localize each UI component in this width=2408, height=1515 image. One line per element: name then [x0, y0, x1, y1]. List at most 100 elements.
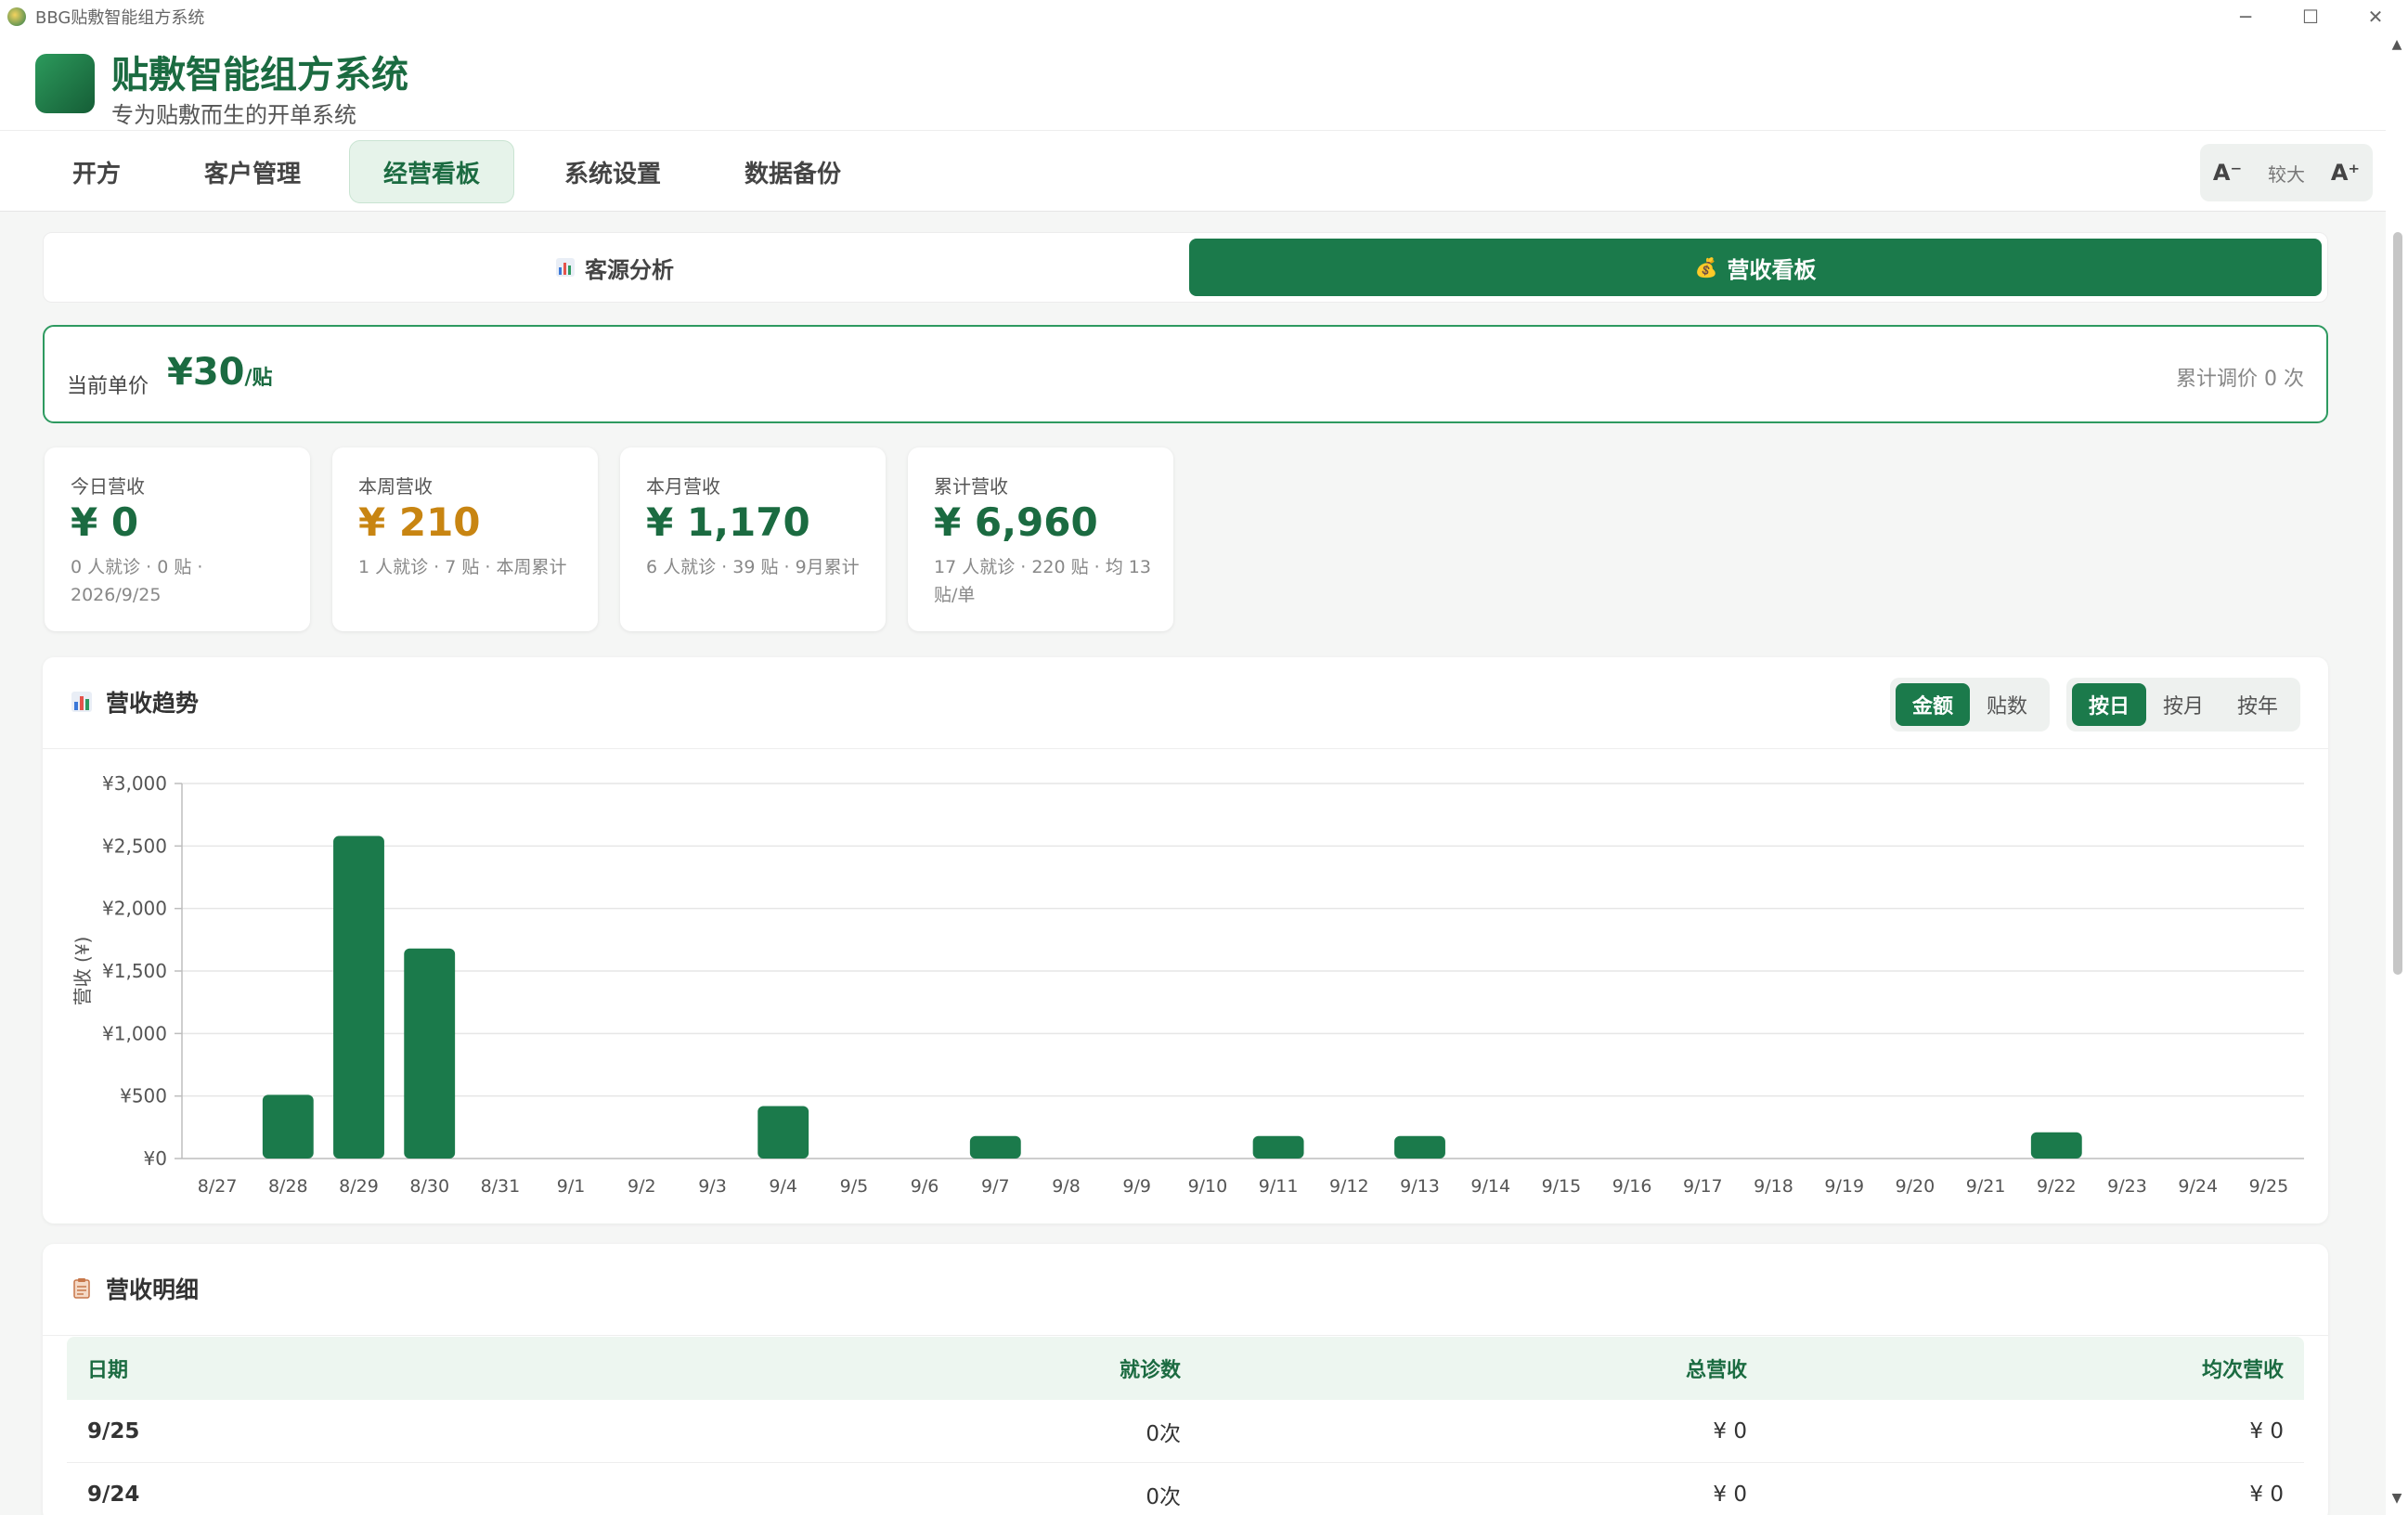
- stat-card-total: 累计营收 ¥ 6,960 17 人就诊 · 220 贴 · 均 13 贴/单: [908, 447, 1173, 631]
- revenue-table: 日期 就诊数 总营收 均次营收 9/25 0次 ¥ 0 ¥ 0 9/24 0次 …: [67, 1337, 2304, 1515]
- app-title: 贴敷智能组方系统: [111, 54, 408, 97]
- tab-settings[interactable]: 系统设置: [531, 140, 694, 203]
- font-size-control: A⁻ 较大 A⁺: [2200, 144, 2373, 201]
- period-month-button[interactable]: 按月: [2146, 683, 2220, 726]
- y-tick-label: ¥1,000: [102, 1022, 167, 1044]
- stat-desc: 1 人就诊 · 7 贴 · 本周累计: [358, 557, 567, 577]
- x-tick-label: 9/9: [1122, 1176, 1151, 1197]
- scroll-down-icon[interactable]: ▼: [2389, 1491, 2404, 1506]
- x-tick-label: 9/15: [1542, 1176, 1582, 1197]
- x-tick-label: 9/13: [1400, 1176, 1440, 1197]
- x-tick-label: 9/7: [981, 1176, 1010, 1197]
- trend-title: 营收趋势: [71, 685, 199, 719]
- x-tick-label: 9/18: [1754, 1176, 1793, 1197]
- window-titlebar: BBG贴敷智能组方系统 ─ ☐ ✕: [0, 0, 2408, 33]
- unit-price-label: 当前单价: [67, 375, 149, 398]
- bar: [1394, 1135, 1445, 1159]
- stat-desc: 17 人就诊 · 220 贴 · 均 13 贴/单: [934, 557, 1151, 605]
- main-nav: 开方 客户管理 经营看板 系统设置 数据备份 A⁻ 较大 A⁺: [0, 130, 2386, 212]
- x-tick-label: 9/19: [1824, 1176, 1864, 1197]
- revenue-bar-chart: ¥0 ¥500 ¥1,000 ¥1,500 ¥2,000 ¥2,500 ¥3,000 营收 (…: [71, 772, 2304, 1197]
- money-bag-icon: 💰: [1694, 256, 1718, 278]
- bar: [333, 835, 384, 1159]
- detail-title: 营收明细: [71, 1272, 199, 1305]
- cell-average: ¥ 0: [2249, 1482, 2284, 1507]
- header-visits[interactable]: 就诊数: [902, 1353, 1181, 1383]
- window-controls: ─ ☐ ✕: [2213, 0, 2408, 33]
- cell-visits: 0次: [1146, 1484, 1181, 1509]
- tab-dashboard[interactable]: 经营看板: [349, 140, 515, 203]
- x-tick-label: 8/31: [481, 1176, 521, 1197]
- header-total[interactable]: 总营收: [1181, 1353, 1747, 1383]
- x-tick-label: 8/30: [409, 1176, 449, 1197]
- font-increase-button[interactable]: A⁺: [2331, 160, 2360, 186]
- maximize-icon[interactable]: ☐: [2278, 0, 2343, 33]
- x-tick-label: 9/17: [1683, 1176, 1723, 1197]
- stat-card-month: 本月营收 ¥ 1,170 6 人就诊 · 39 贴 · 9月累计: [620, 447, 886, 631]
- bar: [757, 1106, 809, 1159]
- header-date[interactable]: 日期: [67, 1353, 902, 1383]
- subtab-revenue-label: 营收看板: [1727, 256, 1817, 283]
- period-day-button[interactable]: 按日: [2072, 683, 2147, 726]
- revenue-detail-panel: 营收明细 日期 就诊数 总营收 均次营收 9/25 0次 ¥ 0 ¥ 0 9/2…: [43, 1244, 2328, 1515]
- stat-label: 今日营收: [71, 475, 145, 498]
- x-tick-label: 9/8: [1052, 1176, 1081, 1197]
- x-tick-label: 9/5: [840, 1176, 869, 1197]
- close-icon[interactable]: ✕: [2343, 0, 2408, 33]
- font-decrease-button[interactable]: A⁻: [2213, 160, 2242, 186]
- y-tick-label: ¥2,500: [102, 835, 167, 857]
- y-tick-label: ¥500: [120, 1085, 167, 1107]
- x-tick-label: 9/22: [2037, 1176, 2077, 1197]
- tab-customers[interactable]: 客户管理: [171, 140, 334, 203]
- metric-amount-button[interactable]: 金额: [1896, 683, 1971, 726]
- cell-total: ¥ 0: [1713, 1482, 1747, 1507]
- metric-count-button[interactable]: 贴数: [1970, 683, 2044, 726]
- x-tick-label: 9/2: [628, 1176, 656, 1197]
- bar-chart-icon: [71, 692, 92, 712]
- x-tick-label: 8/28: [268, 1176, 308, 1197]
- table-header: 日期 就诊数 总营收 均次营收: [67, 1337, 2304, 1400]
- x-tick-label: 9/16: [1612, 1176, 1652, 1197]
- bar: [969, 1135, 1021, 1159]
- page-scrollbar[interactable]: ▲ ▼: [2386, 33, 2408, 1515]
- stat-desc: 6 人就诊 · 39 贴 · 9月累计: [646, 557, 860, 577]
- minimize-icon[interactable]: ─: [2213, 0, 2278, 33]
- scroll-thumb[interactable]: [2393, 232, 2402, 975]
- unit-price-amount: ¥30: [167, 351, 245, 394]
- tab-prescribe[interactable]: 开方: [39, 140, 154, 203]
- period-toggle: 按日 按月 按年: [2066, 678, 2301, 732]
- tab-backup[interactable]: 数据备份: [711, 140, 874, 203]
- stat-value: ¥ 6,960: [934, 499, 1098, 545]
- x-tick-label: 9/21: [1966, 1176, 2006, 1197]
- window-title: BBG贴敷智能组方系统: [35, 8, 205, 28]
- subtab-customer-analysis[interactable]: 客源分析: [49, 239, 1180, 296]
- metric-toggle: 金额 贴数: [1890, 678, 2051, 732]
- table-row[interactable]: 9/25 0次 ¥ 0 ¥ 0: [67, 1400, 2304, 1463]
- y-axis-label: 营收 (¥): [71, 937, 94, 1006]
- detail-title-text: 营收明细: [106, 1276, 200, 1303]
- stat-card-today: 今日营收 ¥ 0 0 人就诊 · 0 贴 · 2026/9/25: [45, 447, 310, 631]
- y-tick-label: ¥3,000: [102, 772, 167, 795]
- unit-price-bar: 当前单价 ¥30/贴 累计调价 0 次: [43, 325, 2328, 423]
- scroll-up-icon[interactable]: ▲: [2389, 37, 2404, 52]
- x-tick-label: 9/4: [769, 1176, 797, 1197]
- x-tick-label: 8/27: [198, 1176, 238, 1197]
- x-tick-label: 9/23: [2107, 1176, 2147, 1197]
- subtab-revenue-dashboard[interactable]: 💰 营收看板: [1189, 239, 2322, 296]
- cell-total: ¥ 0: [1713, 1418, 1747, 1444]
- period-year-button[interactable]: 按年: [2220, 683, 2295, 726]
- stat-desc: 0 人就诊 · 0 贴 · 2026/9/25: [71, 557, 203, 605]
- y-tick-label: ¥2,000: [102, 898, 167, 920]
- revenue-trend-panel: 营收趋势 金额 贴数 按日 按月 按年 ¥0 ¥500 ¥1,000 ¥1,500 ¥2…: [43, 657, 2328, 1224]
- x-tick-label: 9/24: [2178, 1176, 2218, 1197]
- y-tick-label: ¥0: [144, 1147, 167, 1170]
- table-row[interactable]: 9/24 0次 ¥ 0 ¥ 0: [67, 1463, 2304, 1515]
- bar-chart-icon: [556, 258, 575, 277]
- bar: [404, 948, 456, 1159]
- unit-price-value: ¥30/贴: [167, 351, 273, 394]
- stat-value: ¥ 210: [358, 499, 481, 545]
- header-average[interactable]: 均次营收: [1747, 1353, 2304, 1383]
- x-tick-label: 9/14: [1470, 1176, 1510, 1197]
- stat-value: ¥ 0: [71, 499, 139, 545]
- cell-date: 9/24: [87, 1482, 140, 1507]
